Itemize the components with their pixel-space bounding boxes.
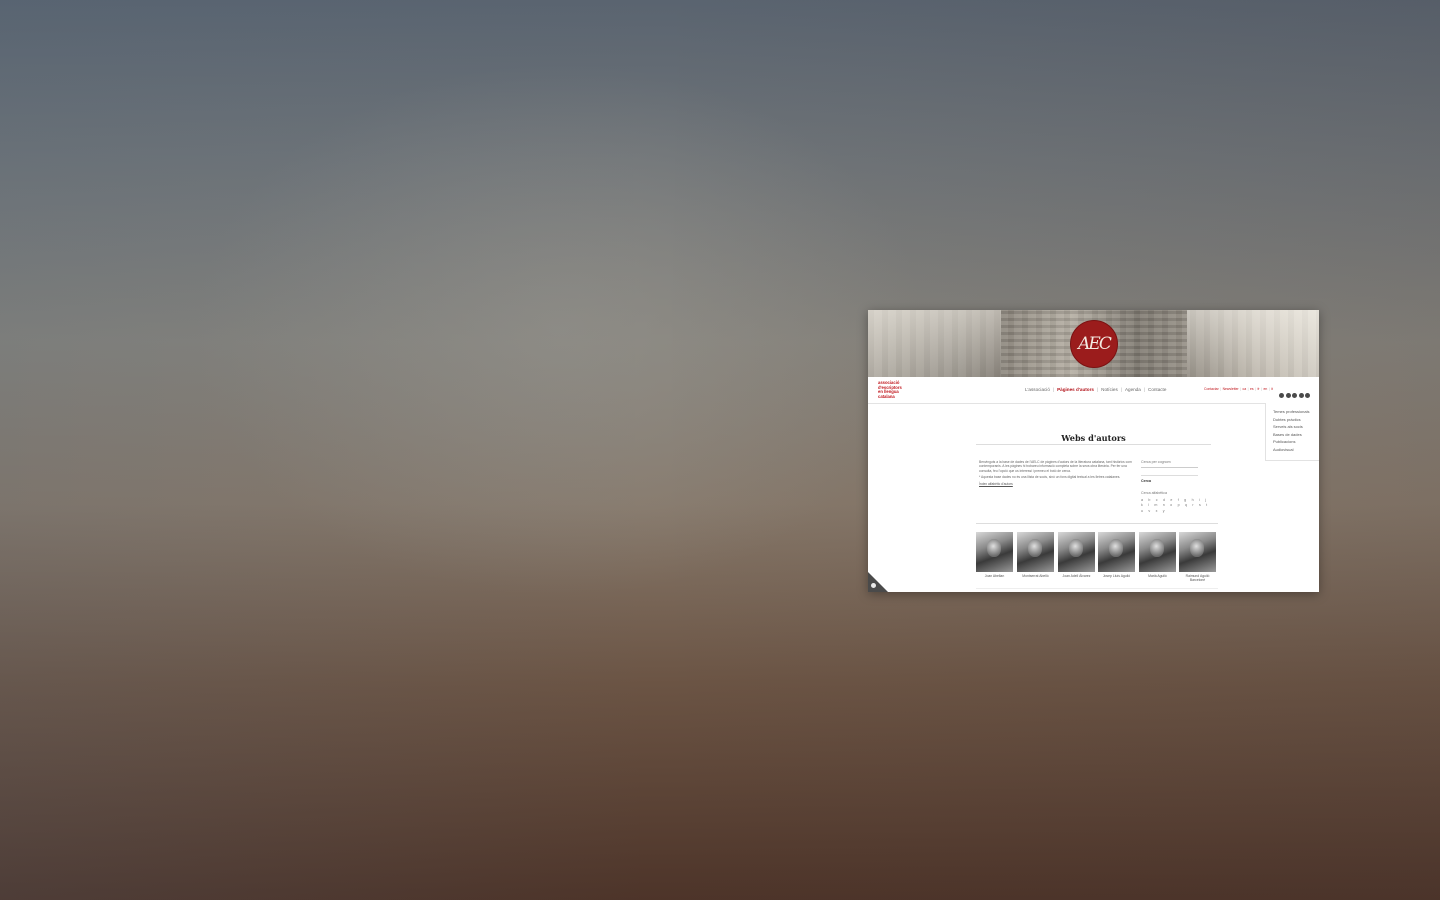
twitter-icon[interactable] <box>1279 393 1284 398</box>
contact-link[interactable]: Contactar <box>1204 387 1219 391</box>
side-menu-item[interactable]: Temes professionals <box>1273 409 1309 414</box>
author-card[interactable]: Marià Aguiló <box>1139 532 1176 578</box>
authors-divider <box>976 523 1218 524</box>
side-menu-item[interactable]: Dubtes pràctics <box>1273 417 1301 422</box>
nav-separator: | <box>1120 387 1122 392</box>
author-portrait <box>1109 539 1123 557</box>
nav-item-agenda[interactable]: Agenda <box>1125 387 1141 392</box>
author-portrait <box>987 539 1001 557</box>
author-card[interactable]: Montserrat Abelló <box>1017 532 1054 578</box>
lang-en[interactable]: en <box>1263 387 1267 391</box>
banner-photo-left <box>868 310 1001 377</box>
header-banner: AEC <box>868 310 1319 377</box>
author-name: Marià Aguiló <box>1139 574 1176 578</box>
author-name-line: Joan Adell Álvarez <box>1062 574 1091 578</box>
author-photo <box>1139 532 1176 572</box>
facebook-icon[interactable] <box>1292 393 1297 398</box>
social-icons <box>1279 385 1312 403</box>
side-menu-item[interactable]: Audiovisual <box>1273 447 1293 452</box>
author-name-line: Barceloné <box>1189 578 1206 583</box>
lang-it[interactable]: it <box>1271 387 1273 391</box>
nav-item-associacio[interactable]: L'associació <box>1025 387 1050 392</box>
author-photo <box>1058 532 1095 572</box>
intro-paragraph: Benvinguts a la base de dades de l'AELC … <box>979 460 1132 473</box>
author-card[interactable]: Joan Adell Álvarez <box>1058 532 1095 578</box>
author-name: Joan Adell Álvarez <box>1058 574 1095 578</box>
author-card[interactable]: Raimund Aguiló Barceloné <box>1179 532 1216 582</box>
linkedin-icon[interactable] <box>1298 393 1304 398</box>
author-name: Montserrat Abelló <box>1017 574 1054 578</box>
author-name-line: Montserrat Abelló <box>1022 574 1049 578</box>
corner-tab <box>868 572 888 592</box>
nav-separator: | <box>1096 387 1099 392</box>
side-menu-item[interactable]: Bases de dades <box>1273 432 1302 437</box>
lang-ca[interactable]: ca <box>1243 387 1247 391</box>
side-menu-item[interactable]: Publicacions <box>1273 439 1295 444</box>
nav-item-pagines-autors[interactable]: Pàgines d'autors <box>1057 387 1094 392</box>
author-photo <box>976 532 1013 572</box>
accessibility-icon[interactable] <box>871 583 876 588</box>
link-separator: | <box>1220 387 1222 391</box>
link-separator: | <box>1255 387 1256 391</box>
logo-mark: AEC <box>1078 334 1112 354</box>
youtube-icon[interactable] <box>1305 393 1310 398</box>
primary-nav: L'associació | Pàgines d'autors | Notícies | A… <box>1025 387 1166 392</box>
page-title: Webs d'autors <box>1061 433 1126 443</box>
author-name-line: Josep Lluís Aguiló <box>1102 574 1131 578</box>
author-photo <box>1017 532 1054 572</box>
newsletter-link[interactable]: Newsletter <box>1223 387 1239 391</box>
search-input[interactable]: Cerca per cognom <box>1141 460 1171 464</box>
author-name: Joan Abellan <box>976 574 1013 578</box>
search-divider <box>1141 475 1198 476</box>
link-separator: | <box>1268 387 1270 391</box>
side-menu-item[interactable]: Serveis als socis <box>1273 424 1303 429</box>
nav-separator: | <box>1143 387 1145 392</box>
author-photo <box>1098 532 1135 572</box>
side-menu: Temes professionals Dubtes pràctics Serv… <box>1265 403 1319 461</box>
alphabetic-search-label: Cerca alfabètica <box>1141 491 1167 495</box>
search-button[interactable]: Cerca <box>1141 479 1151 483</box>
author-portrait <box>1028 539 1042 557</box>
author-card[interactable]: Josep Lluís Aguiló <box>1098 532 1135 578</box>
author-photo <box>1179 532 1216 572</box>
banner-photo-right <box>1187 310 1319 377</box>
author-card[interactable]: Joan Abellan <box>976 532 1013 578</box>
author-name-line: Joan Abellan <box>984 574 1005 578</box>
lang-fr[interactable]: fr <box>1257 387 1259 391</box>
main-navbar: associació d'escriptors en llengua catal… <box>868 377 1319 404</box>
brand-wordmark[interactable]: associació d'escriptors en llengua catal… <box>878 380 912 399</box>
lang-es[interactable]: es <box>1250 387 1254 391</box>
search-input-underline <box>1141 467 1198 468</box>
intro-text: Benvinguts a la base de dades de l'AELC … <box>979 460 1133 488</box>
website-screenshot: AEC associació d'escriptors en llengua c… <box>868 310 1319 592</box>
nav-separator: | <box>1052 387 1055 392</box>
author-name-line: Marià Aguiló <box>1148 574 1167 578</box>
brand-line: catalana <box>878 393 895 399</box>
title-divider <box>976 444 1211 445</box>
author-name: Raimund Aguiló Barceloné <box>1179 574 1216 582</box>
link-separator: | <box>1240 387 1242 391</box>
author-portrait <box>1190 539 1204 557</box>
link-separator: | <box>1261 387 1262 391</box>
author-portrait <box>1069 539 1083 557</box>
intro-paragraph: * Aquesta base dades no és una llista de… <box>979 475 1121 480</box>
nav-item-noticies[interactable]: Notícies <box>1101 387 1118 392</box>
alphabet-links[interactable]: a b c d e f g h i j k l m n o p q r s t … <box>1141 498 1213 514</box>
author-name: Josep Lluís Aguiló <box>1098 574 1135 578</box>
aelc-logo[interactable]: AEC <box>1070 320 1118 368</box>
nav-item-contacte[interactable]: Contacte <box>1148 387 1166 392</box>
instagram-icon[interactable] <box>1285 393 1291 398</box>
author-portrait <box>1150 539 1164 557</box>
link-separator: | <box>1247 387 1249 391</box>
utility-links: Contactar | Newsletter | ca | es | fr | en | it <box>1204 387 1273 391</box>
author-index-link[interactable]: Índex alfabètic d'autors <box>979 482 1133 486</box>
footer-divider <box>976 588 1218 589</box>
